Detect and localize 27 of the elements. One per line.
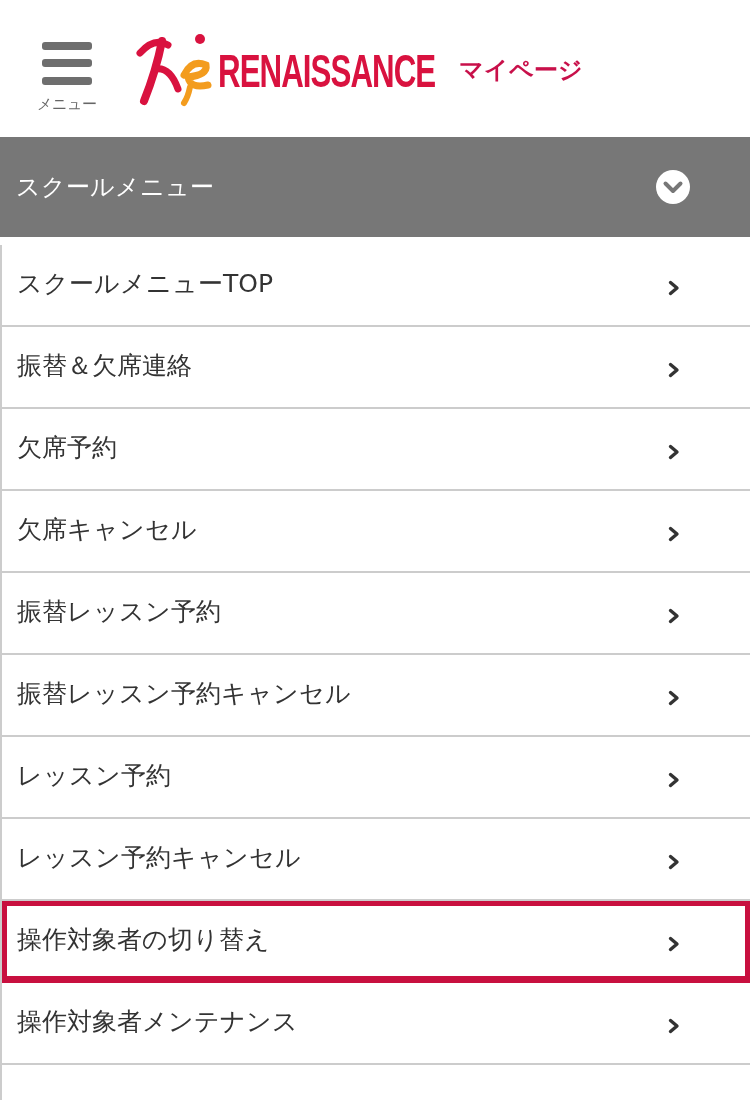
chevron-right-icon bbox=[668, 936, 680, 952]
menu-item[interactable]: 振替レッスン予約 bbox=[2, 573, 750, 655]
brand-logo-text: RENAISSANCE bbox=[218, 47, 436, 94]
chevron-right-icon bbox=[668, 854, 680, 870]
chevron-right-icon bbox=[668, 608, 680, 624]
menu-item[interactable]: 操作対象者メンテナンス bbox=[2, 983, 750, 1065]
chevron-right-icon bbox=[668, 1018, 680, 1034]
menu-button[interactable]: メニュー bbox=[30, 41, 104, 112]
chevron-right-icon bbox=[668, 362, 680, 378]
chevron-right-icon bbox=[668, 772, 680, 788]
menu-icon bbox=[42, 41, 92, 85]
menu-item[interactable]: 欠席予約 bbox=[2, 409, 750, 491]
menu-item[interactable]: スクールメニューTOP bbox=[2, 245, 750, 327]
chevron-right-icon bbox=[668, 280, 680, 296]
section-title: スクールメニュー bbox=[16, 172, 214, 203]
menu-item[interactable]: 振替レッスン予約キャンセル bbox=[2, 655, 750, 737]
chevron-right-icon bbox=[668, 444, 680, 460]
chevron-right-icon bbox=[668, 526, 680, 542]
menu-item[interactable]: 欠席キャンセル bbox=[2, 491, 750, 573]
menu-item[interactable]: レッスン予約キャンセル bbox=[2, 819, 750, 901]
menu-item[interactable]: レッスン予約 bbox=[2, 737, 750, 819]
chevron-down-circle-icon bbox=[656, 170, 690, 204]
menu-item[interactable]: 振替＆欠席連絡 bbox=[2, 327, 750, 409]
menu-item[interactable]: 操作対象者の切り替え bbox=[2, 901, 750, 983]
page-title: マイページ bbox=[459, 54, 584, 86]
section-header-bar[interactable]: スクールメニュー bbox=[0, 137, 750, 237]
chevron-right-icon bbox=[668, 690, 680, 706]
